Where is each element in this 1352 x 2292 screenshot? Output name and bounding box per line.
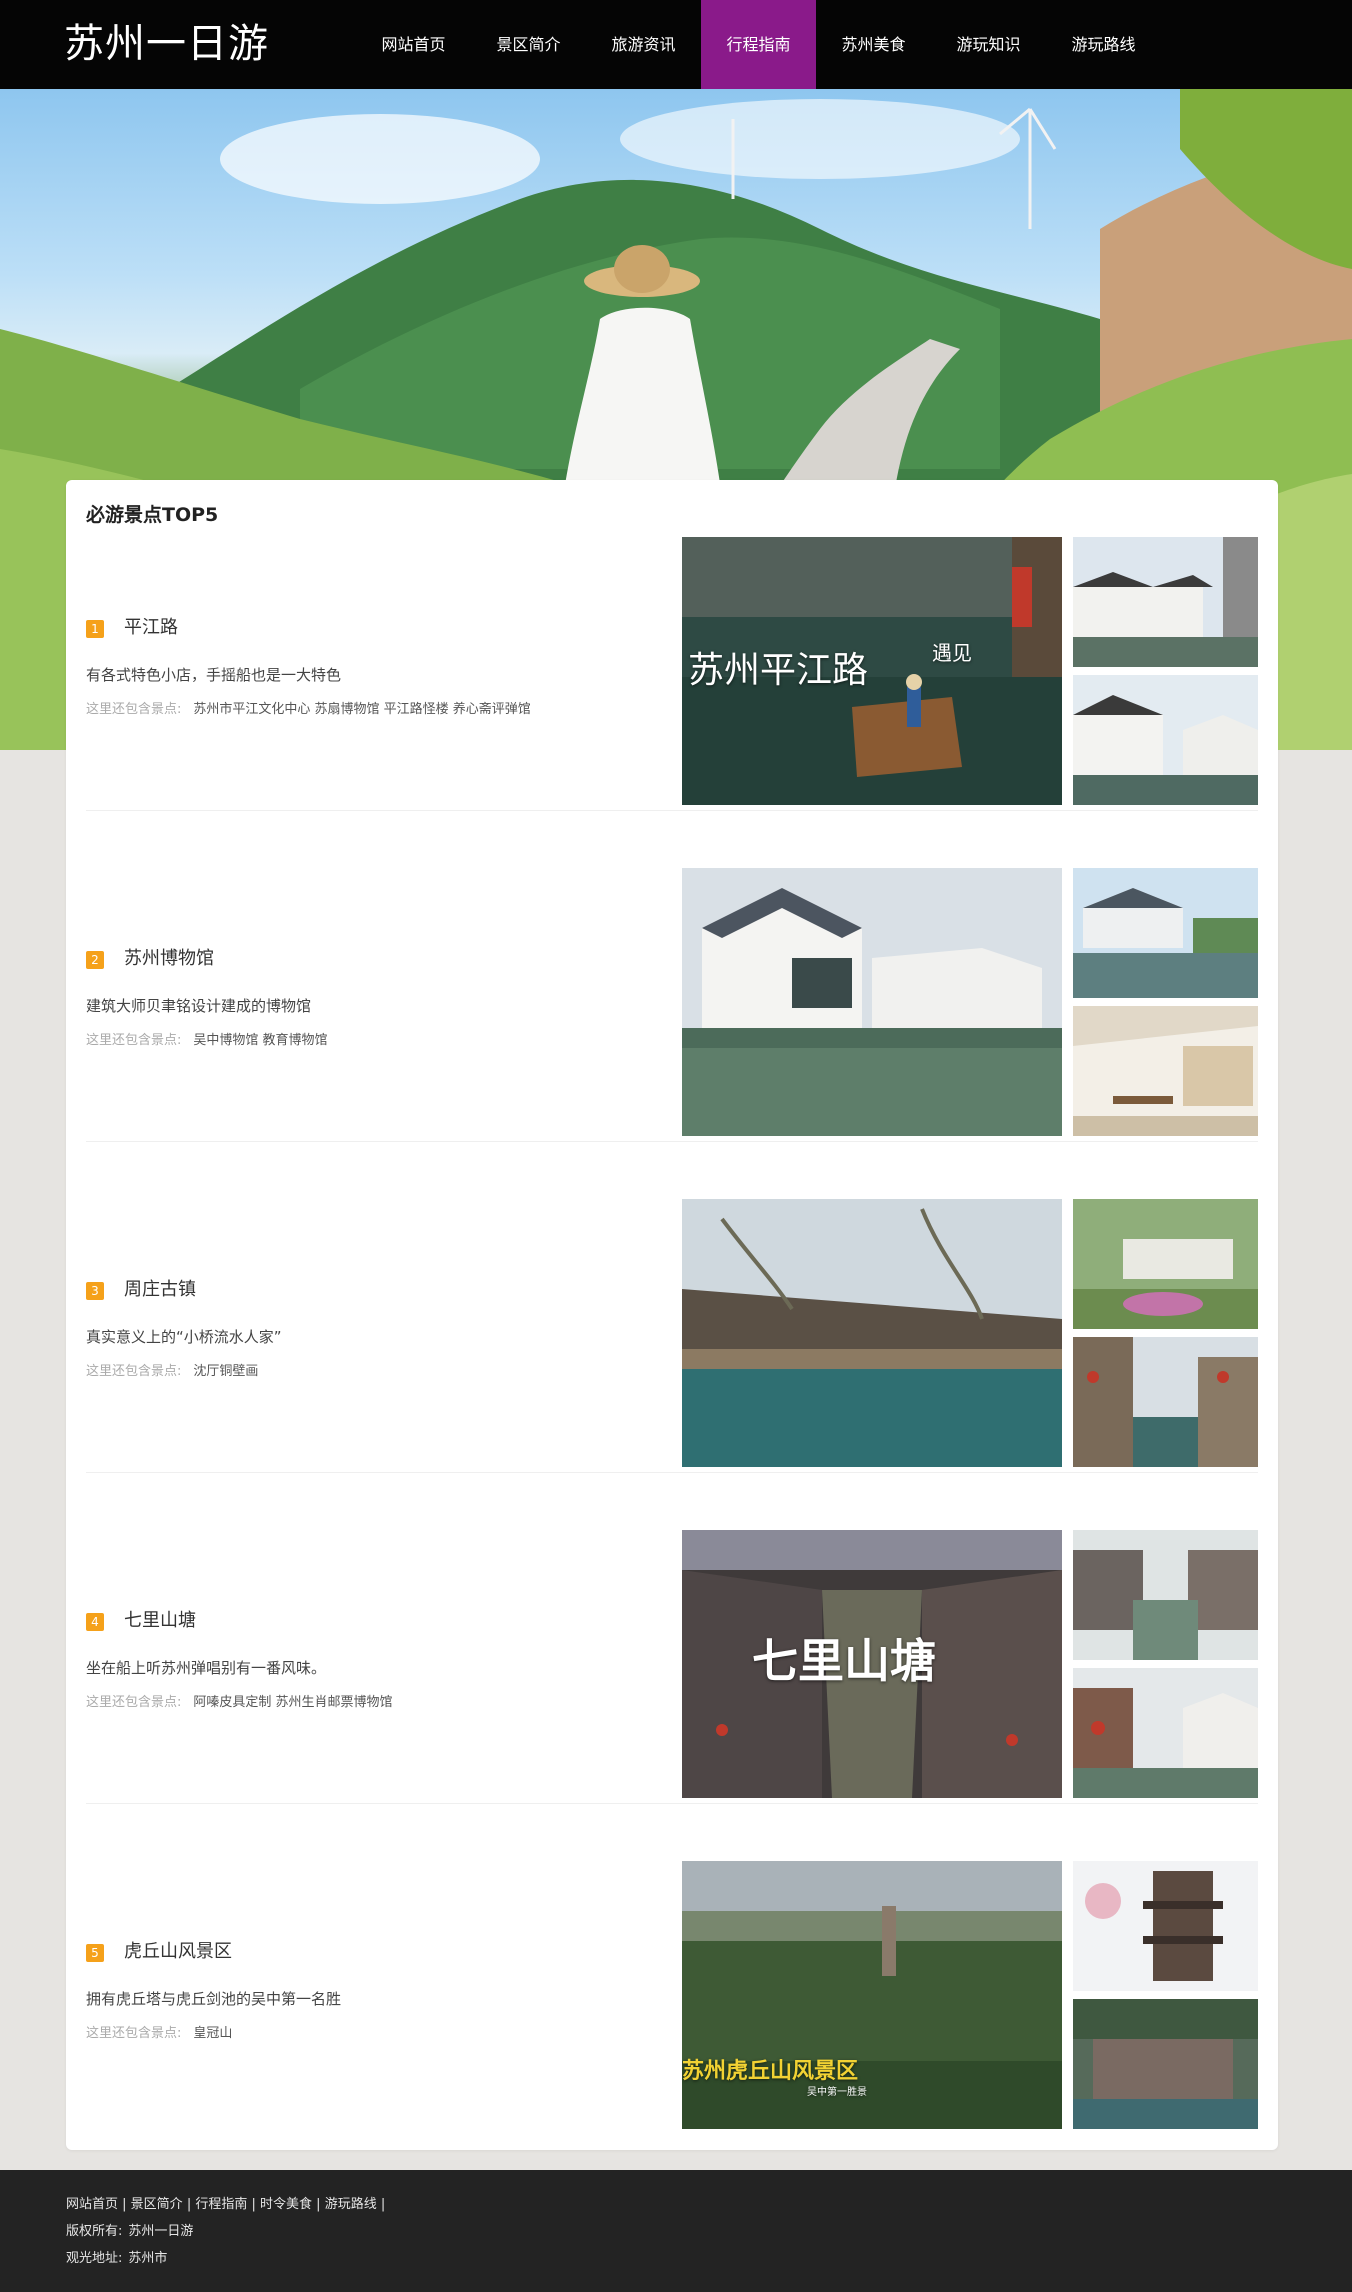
attraction-desc: 有各式特色小店，手摇船也是一大特色 <box>86 666 342 684</box>
footer-links: 网站首页 | 景区简介 | 行程指南 | 时令美食 | 游玩路线 | <box>66 2197 386 2212</box>
image-caption: 七里山塘 <box>752 1634 936 1688</box>
rank-badge: 3 <box>86 1282 104 1300</box>
nav-item-travel-routes[interactable]: 游玩路线 <box>1046 0 1161 89</box>
copyright-label: 版权所有: <box>66 2224 123 2239</box>
attraction-thumb-image[interactable] <box>1073 1337 1258 1467</box>
main-nav: 网站首页 景区简介 旅游资讯 行程指南 苏州美食 游玩知识 游玩路线 <box>356 0 1161 89</box>
attraction-desc: 建筑大师贝聿铭设计建成的博物馆 <box>86 997 312 1015</box>
attraction-thumb-image[interactable] <box>1073 1999 1258 2129</box>
extra-spots-list[interactable]: 阿嗪皮具定制 苏州生肖邮票博物馆 <box>193 1695 392 1710</box>
extra-spots-label: 这里还包含景点: <box>86 2026 182 2041</box>
top5-attractions-card: 必游景点TOP5 1 平江路 有各式特色小店，手摇船也是一大特色 这里还包含景点… <box>66 480 1278 2150</box>
attraction-thumb-image[interactable] <box>1073 537 1258 667</box>
attraction-item: 3 周庄古镇 真实意义上的“小桥流水人家” 这里还包含景点: 沈厅铜壁画 <box>86 1142 1258 1473</box>
footer-link-seasonal-food[interactable]: 时令美食 <box>260 2197 312 2212</box>
nav-item-itinerary-guide[interactable]: 行程指南 <box>701 0 816 89</box>
attraction-main-image[interactable] <box>682 868 1062 1136</box>
attraction-desc: 坐在船上听苏州弹唱别有一番风味。 <box>86 1659 327 1677</box>
extra-spots: 这里还包含景点: 吴中博物馆 教育博物馆 <box>86 1031 328 1051</box>
attraction-thumb-image[interactable] <box>1073 868 1258 998</box>
attraction-item: 5 虎丘山风景区 拥有虎丘塔与虎丘剑池的吴中第一名胜 这里还包含景点: 皇冠山 苏… <box>86 1804 1258 2135</box>
attraction-item: 4 七里山塘 坐在船上听苏州弹唱别有一番风味。 这里还包含景点: 阿嗪皮具定制 苏… <box>86 1473 1258 1804</box>
attraction-thumb-image[interactable] <box>1073 1199 1258 1329</box>
footer-copyright: 版权所有: 苏州一日游 <box>66 2223 193 2241</box>
copyright-value: 苏州一日游 <box>128 2224 194 2239</box>
extra-spots: 这里还包含景点: 沈厅铜壁画 <box>86 1362 258 1382</box>
site-logo[interactable]: 苏州一日游 <box>64 18 269 70</box>
nav-item-suzhou-food[interactable]: 苏州美食 <box>816 0 931 89</box>
top-header: 苏州一日游 网站首页 景区简介 旅游资讯 行程指南 苏州美食 游玩知识 游玩路线 <box>0 0 1352 89</box>
attraction-name[interactable]: 苏州博物馆 <box>124 947 214 971</box>
nav-item-travel-news[interactable]: 旅游资讯 <box>586 0 701 89</box>
attraction-thumb-image[interactable] <box>1073 675 1258 805</box>
extra-spots: 这里还包含景点: 苏州市平江文化中心 苏扇博物馆 平江路怪楼 养心斋评弹馆 <box>86 700 531 720</box>
footer-link-home[interactable]: 网站首页 <box>66 2197 118 2212</box>
extra-spots-list[interactable]: 苏州市平江文化中心 苏扇博物馆 平江路怪楼 养心斋评弹馆 <box>193 702 530 717</box>
attraction-name[interactable]: 周庄古镇 <box>124 1278 196 1302</box>
extra-spots-label: 这里还包含景点: <box>86 1695 182 1710</box>
attraction-item: 2 苏州博物馆 建筑大师贝聿铭设计建成的博物馆 这里还包含景点: 吴中博物馆 教育… <box>86 811 1258 1142</box>
site-footer: 网站首页 | 景区简介 | 行程指南 | 时令美食 | 游玩路线 | 版权所有:… <box>0 2170 1352 2292</box>
rank-badge: 5 <box>86 1944 104 1962</box>
extra-spots: 这里还包含景点: 阿嗪皮具定制 苏州生肖邮票博物馆 <box>86 1693 393 1713</box>
nav-item-travel-tips[interactable]: 游玩知识 <box>931 0 1046 89</box>
attraction-desc: 拥有虎丘塔与虎丘剑池的吴中第一名胜 <box>86 1990 342 2008</box>
address-label: 观光地址: <box>66 2251 123 2266</box>
extra-spots-label: 这里还包含景点: <box>86 1364 182 1379</box>
footer-address: 观光地址: 苏州市 <box>66 2250 167 2268</box>
attraction-name[interactable]: 平江路 <box>124 616 178 640</box>
image-caption: 苏州平江路 <box>688 650 869 691</box>
attraction-thumb-image[interactable] <box>1073 1861 1258 1991</box>
attraction-main-image[interactable]: 苏州平江路 遇见 <box>682 537 1062 805</box>
attraction-main-image[interactable]: 苏州虎丘山风景区 吴中第一胜景 <box>682 1861 1062 2129</box>
image-caption-secondary: 吴中第一胜景 <box>807 2087 867 2098</box>
attraction-name[interactable]: 七里山塘 <box>124 1609 196 1633</box>
attraction-main-image[interactable]: 七里山塘 <box>682 1530 1062 1798</box>
nav-item-scenic-intro[interactable]: 景区简介 <box>471 0 586 89</box>
extra-spots-list[interactable]: 皇冠山 <box>193 2026 232 2041</box>
attraction-thumb-image[interactable] <box>1073 1668 1258 1798</box>
extra-spots-list[interactable]: 沈厅铜壁画 <box>193 1364 258 1379</box>
attraction-item: 1 平江路 有各式特色小店，手摇船也是一大特色 这里还包含景点: 苏州市平江文化中… <box>86 480 1258 811</box>
extra-spots: 这里还包含景点: 皇冠山 <box>86 2024 232 2044</box>
rank-badge: 4 <box>86 1613 104 1631</box>
footer-link-travel-routes[interactable]: 游玩路线 <box>325 2197 377 2212</box>
attraction-desc: 真实意义上的“小桥流水人家” <box>86 1328 282 1346</box>
extra-spots-list[interactable]: 吴中博物馆 教育博物馆 <box>193 1033 327 1048</box>
extra-spots-label: 这里还包含景点: <box>86 1033 182 1048</box>
address-value: 苏州市 <box>128 2251 168 2266</box>
extra-spots-label: 这里还包含景点: <box>86 702 182 717</box>
attraction-name[interactable]: 虎丘山风景区 <box>124 1940 232 1964</box>
attraction-thumb-image[interactable] <box>1073 1006 1258 1136</box>
footer-link-scenic-intro[interactable]: 景区简介 <box>131 2197 183 2212</box>
rank-badge: 1 <box>86 620 104 638</box>
rank-badge: 2 <box>86 951 104 969</box>
attraction-main-image[interactable] <box>682 1199 1062 1467</box>
image-caption: 苏州虎丘山风景区 <box>682 2058 859 2084</box>
image-caption-secondary: 遇见 <box>932 641 972 665</box>
footer-link-itinerary-guide[interactable]: 行程指南 <box>195 2197 247 2212</box>
attraction-thumb-image[interactable] <box>1073 1530 1258 1660</box>
nav-item-home[interactable]: 网站首页 <box>356 0 471 89</box>
